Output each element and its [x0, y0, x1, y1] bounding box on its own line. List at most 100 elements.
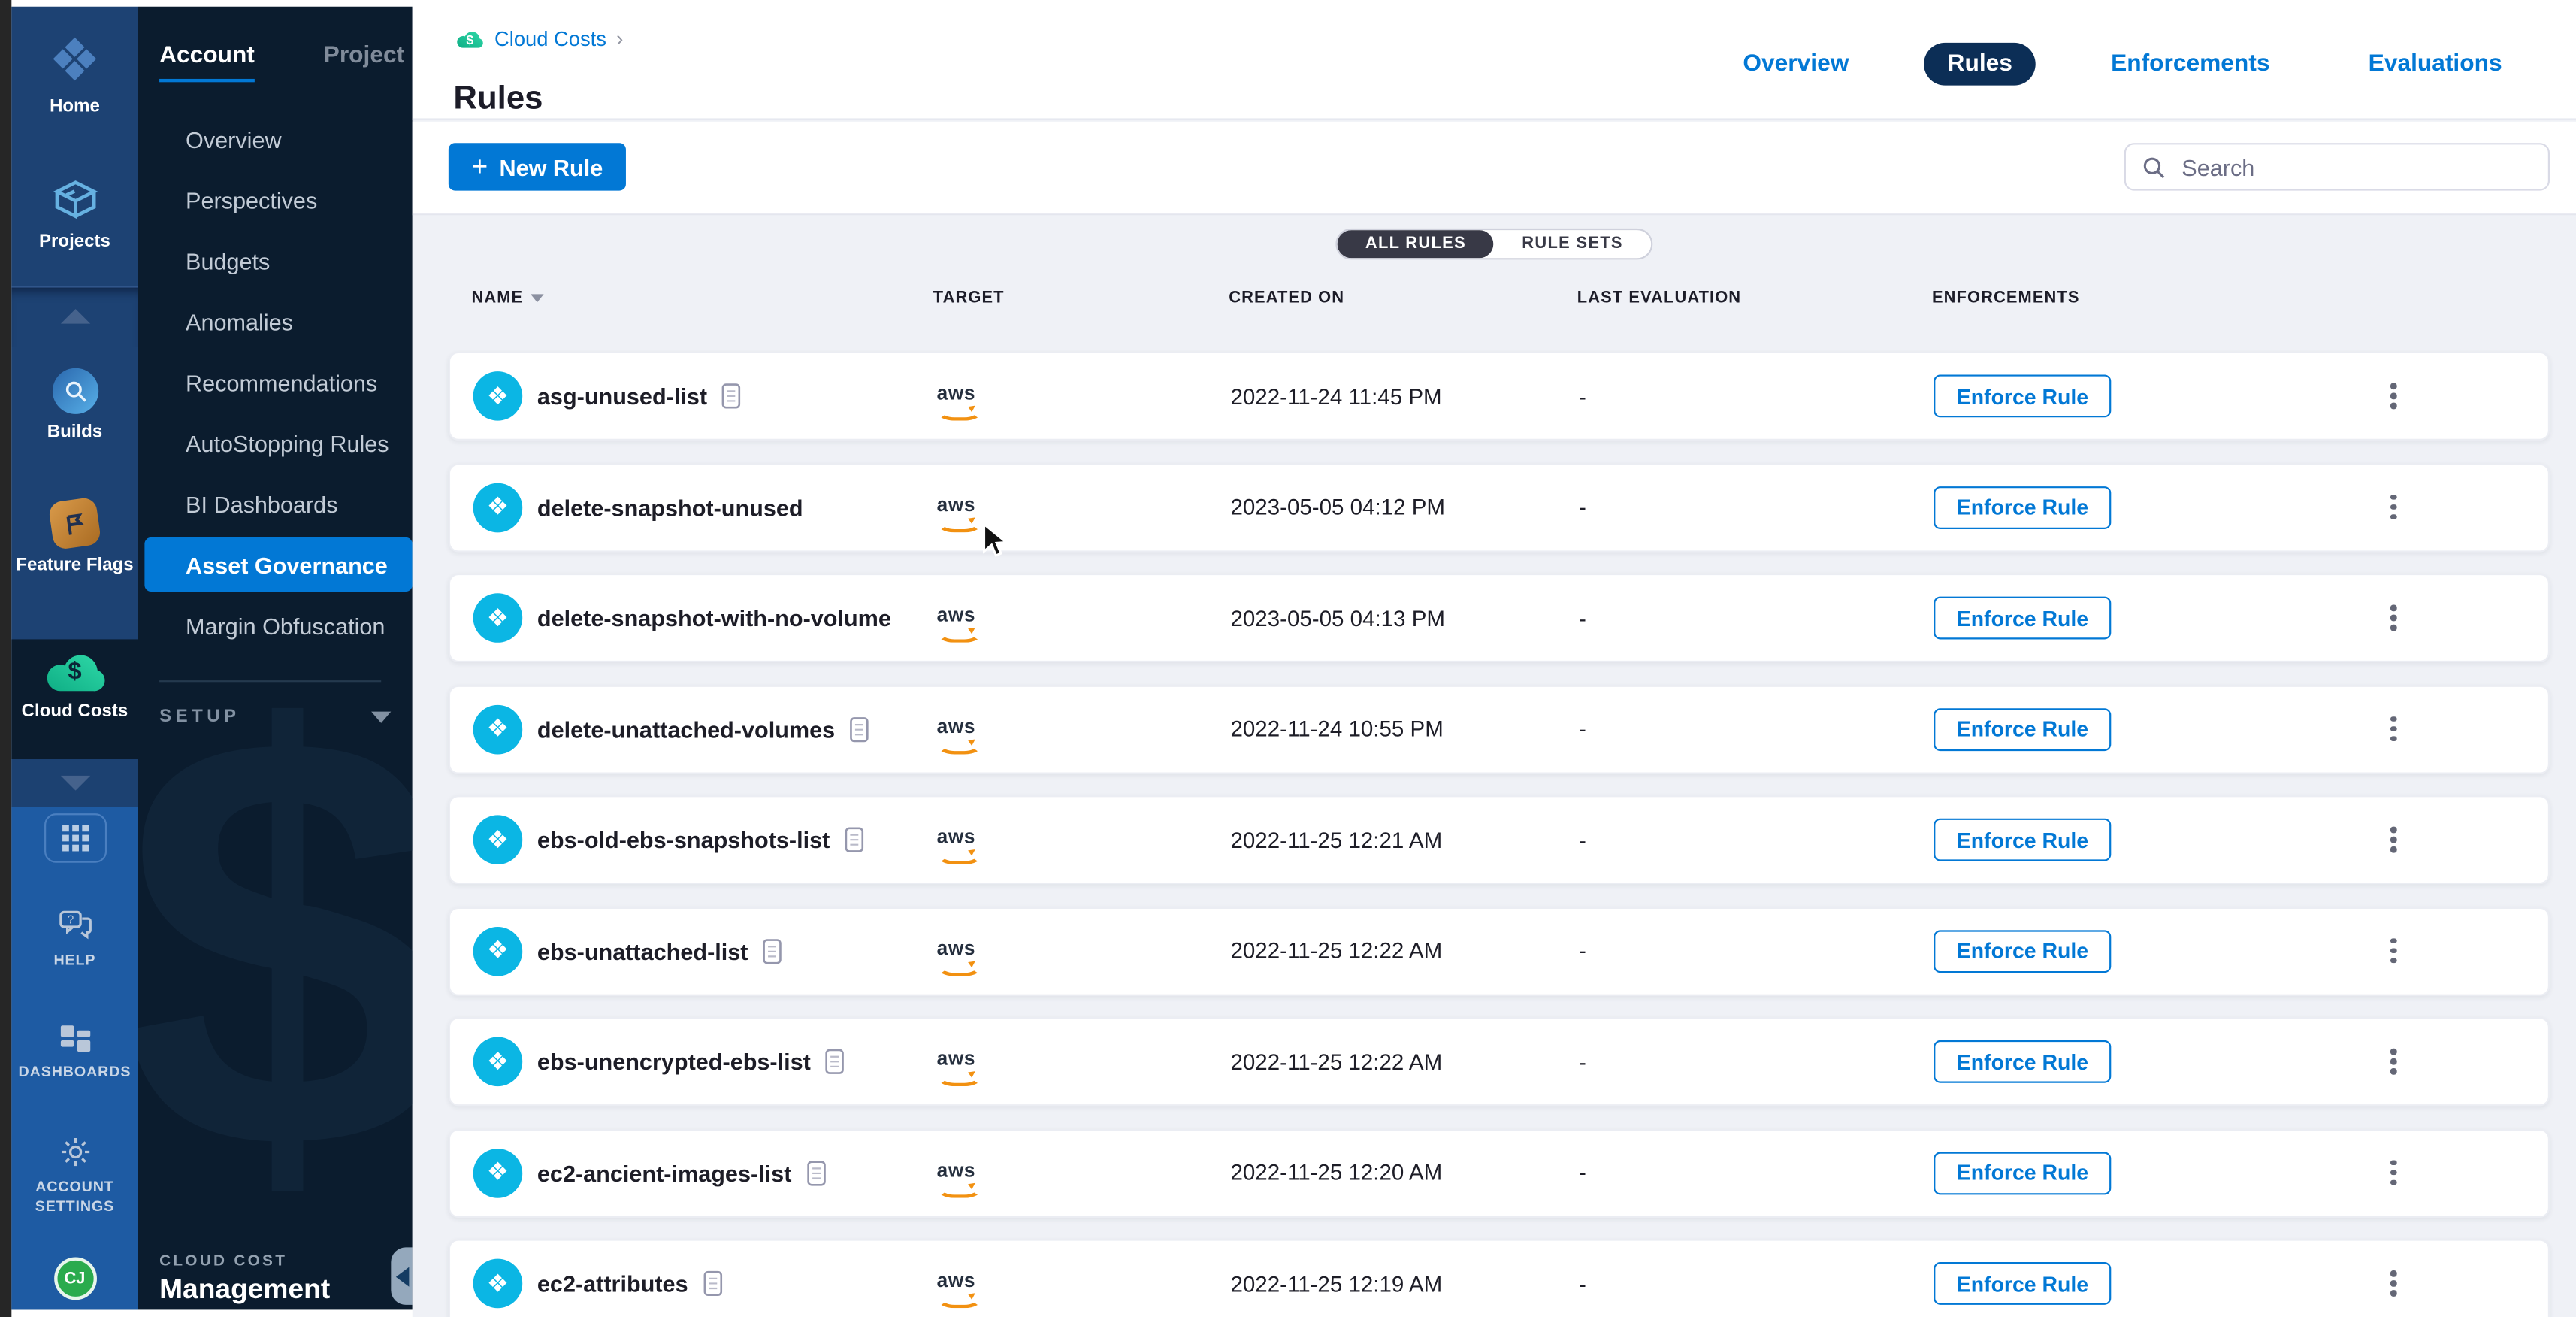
scope-tab-project[interactable]: Project — [324, 43, 405, 82]
rail-item-feature-flags[interactable]: Feature Flags — [11, 500, 138, 576]
ccm-sidebar: $ AccountProject OverviewPerspectivesBud… — [138, 7, 413, 1310]
last-evaluation-cell: - — [1579, 1271, 1934, 1296]
table-row[interactable]: ❖ ec2-ancient-images-list aws 2022-11-25… — [449, 1128, 2550, 1217]
table-row[interactable]: ❖ asg-unused-list aws 2022-11-24 11:45 P… — [449, 352, 2550, 441]
page-nav-tabs: Overview Rules Enforcements Evaluations — [1720, 43, 2525, 86]
enforce-rule-button[interactable]: Enforce Rule — [1934, 707, 2112, 750]
sidebar-item-overview[interactable]: Overview — [138, 108, 413, 169]
rail-item-help[interactable]: ? HELP — [11, 909, 138, 970]
tab-enforcements[interactable]: Enforcements — [2088, 43, 2293, 86]
enforce-rule-button[interactable]: Enforce Rule — [1934, 929, 2112, 972]
aws-logo-text: aws — [937, 607, 976, 625]
row-menu-button[interactable] — [2369, 1049, 2419, 1074]
rule-doc-icon[interactable] — [703, 1270, 722, 1297]
enforce-rule-button[interactable]: Enforce Rule — [1934, 1151, 2112, 1194]
enforce-rule-button[interactable]: Enforce Rule — [1934, 486, 2112, 528]
table-row[interactable]: ❖ delete-snapshot-with-no-volume aws 202… — [449, 574, 2550, 662]
sidebar-collapse-button[interactable] — [391, 1247, 412, 1305]
toolbar: + New Rule — [413, 122, 2576, 216]
enforce-rule-button[interactable]: Enforce Rule — [1934, 1262, 2112, 1305]
table-row[interactable]: ❖ delete-unattached-volumes aws 2022-11-… — [449, 685, 2550, 774]
aws-logo-text: aws — [937, 1161, 976, 1179]
tab-overview[interactable]: Overview — [1720, 43, 1872, 86]
sidebar-item-budgets[interactable]: Budgets — [138, 230, 413, 291]
table-row[interactable]: ❖ ec2-attributes aws 2022-11-25 12:19 AM… — [449, 1239, 2550, 1317]
collapse-up-icon — [60, 309, 89, 324]
table-row[interactable]: ❖ ebs-old-ebs-snapshots-list aws 2022-11… — [449, 795, 2550, 884]
aws-logo-icon: aws — [935, 607, 978, 636]
toggle-all-rules[interactable]: ALL RULES — [1338, 230, 1494, 258]
toggle-rule-sets[interactable]: RULE SETS — [1494, 230, 1651, 258]
main-content: $ Cloud Costs › Rules OverviewRulesEnfor… — [413, 0, 2576, 1317]
user-avatar[interactable]: CJ — [11, 1257, 138, 1300]
aws-swoosh — [936, 1290, 975, 1301]
sidebar-item-autostopping-rules[interactable]: AutoStopping Rules — [138, 413, 413, 474]
rail-item-builds[interactable]: Builds — [11, 368, 138, 442]
row-menu-button[interactable] — [2369, 495, 2419, 520]
sidebar-item-perspectives[interactable]: Perspectives — [138, 169, 413, 230]
target-cell: aws — [935, 933, 1231, 969]
aws-logo-text: aws — [937, 385, 976, 403]
app-root: ❖ Home Projects Builds — [0, 0, 2576, 1317]
rail-item-account-settings[interactable]: ACCOUNT SETTINGS — [11, 1136, 138, 1216]
sidebar-item-recommendations[interactable]: Recommendations — [138, 352, 413, 413]
rule-doc-icon[interactable] — [722, 383, 742, 409]
sidebar-item-anomalies[interactable]: Anomalies — [138, 291, 413, 352]
rule-doc-icon[interactable] — [806, 1159, 826, 1185]
new-rule-button[interactable]: + New Rule — [449, 143, 626, 190]
column-header-name[interactable]: NAME — [449, 289, 933, 307]
search-input[interactable] — [2178, 152, 2532, 181]
row-menu-button[interactable] — [2369, 1160, 2419, 1185]
rule-doc-icon[interactable] — [763, 937, 782, 964]
setup-section-toggle[interactable]: SETUP — [159, 707, 391, 726]
rail-collapse-down[interactable] — [11, 759, 138, 807]
rail-item-home[interactable]: ❖ Home — [11, 33, 138, 117]
row-menu-button[interactable] — [2369, 605, 2419, 631]
last-evaluation-cell: - — [1579, 606, 1934, 631]
search-box — [2124, 143, 2550, 190]
tab-evaluations[interactable]: Evaluations — [2345, 43, 2525, 86]
rail-item-projects[interactable]: Projects — [11, 174, 138, 252]
row-menu-button[interactable] — [2369, 383, 2419, 409]
rule-icon: ❖ — [473, 1259, 523, 1309]
sidebar-menu: OverviewPerspectivesBudgetsAnomaliesReco… — [138, 108, 413, 655]
tab-rules[interactable]: Rules — [1924, 43, 2036, 86]
table-row[interactable]: ❖ delete-snapshot-unused aws 2023-05-05 … — [449, 462, 2550, 551]
table-row[interactable]: ❖ ebs-unattached-list aws 2022-11-25 12:… — [449, 907, 2550, 995]
rule-doc-icon[interactable] — [845, 827, 864, 853]
row-menu-button[interactable] — [2369, 938, 2419, 964]
breadcrumb-link-cloud-costs[interactable]: Cloud Costs — [494, 27, 606, 50]
last-evaluation-cell: - — [1579, 383, 1934, 408]
enforce-rule-button[interactable]: Enforce Rule — [1934, 819, 2112, 861]
enforce-rule-button[interactable]: Enforce Rule — [1934, 374, 2112, 417]
last-evaluation-cell: - — [1579, 495, 1934, 519]
chevron-left-icon — [395, 1266, 408, 1285]
scope-tab-account[interactable]: Account — [159, 43, 255, 82]
table-row[interactable]: ❖ ebs-unencrypted-ebs-list aws 2022-11-2… — [449, 1017, 2550, 1106]
rule-doc-icon[interactable] — [850, 716, 869, 742]
rail-item-cloud-costs[interactable]: $ Cloud Costs — [11, 647, 138, 721]
created-on-cell: 2023-05-05 04:12 PM — [1230, 495, 1578, 519]
collapse-down-icon — [60, 776, 89, 791]
module-switcher-button[interactable] — [44, 813, 106, 863]
rule-doc-icon[interactable] — [826, 1049, 845, 1075]
rule-icon: ❖ — [473, 1148, 523, 1197]
aws-swoosh — [936, 625, 975, 636]
created-on-cell: 2022-11-25 12:22 AM — [1230, 1049, 1578, 1074]
sidebar-item-asset-governance[interactable]: Asset Governance — [144, 537, 412, 592]
window-edge — [0, 0, 11, 1317]
enforce-rule-button[interactable]: Enforce Rule — [1934, 1040, 2112, 1083]
sidebar-footer: CLOUD COST Management — [159, 1252, 330, 1306]
sidebar-item-bi-dashboards[interactable]: BI Dashboards — [138, 474, 413, 534]
sidebar-item-margin-obfuscation[interactable]: Margin Obfuscation — [138, 595, 413, 655]
last-evaluation-cell: - — [1579, 938, 1934, 963]
row-menu-button[interactable] — [2369, 716, 2419, 742]
rail-item-dashboards[interactable]: DASHBOARDS — [11, 1024, 138, 1082]
row-menu-button[interactable] — [2369, 827, 2419, 852]
rail-item-label: Feature Flags — [16, 556, 133, 575]
row-menu-button[interactable] — [2369, 1270, 2419, 1296]
rail-collapse-section[interactable] — [11, 286, 138, 347]
enforce-cell: Enforce Rule — [1934, 486, 2369, 528]
enforce-rule-button[interactable]: Enforce Rule — [1934, 597, 2112, 640]
rule-name-cell: ❖ ec2-attributes — [450, 1259, 935, 1309]
